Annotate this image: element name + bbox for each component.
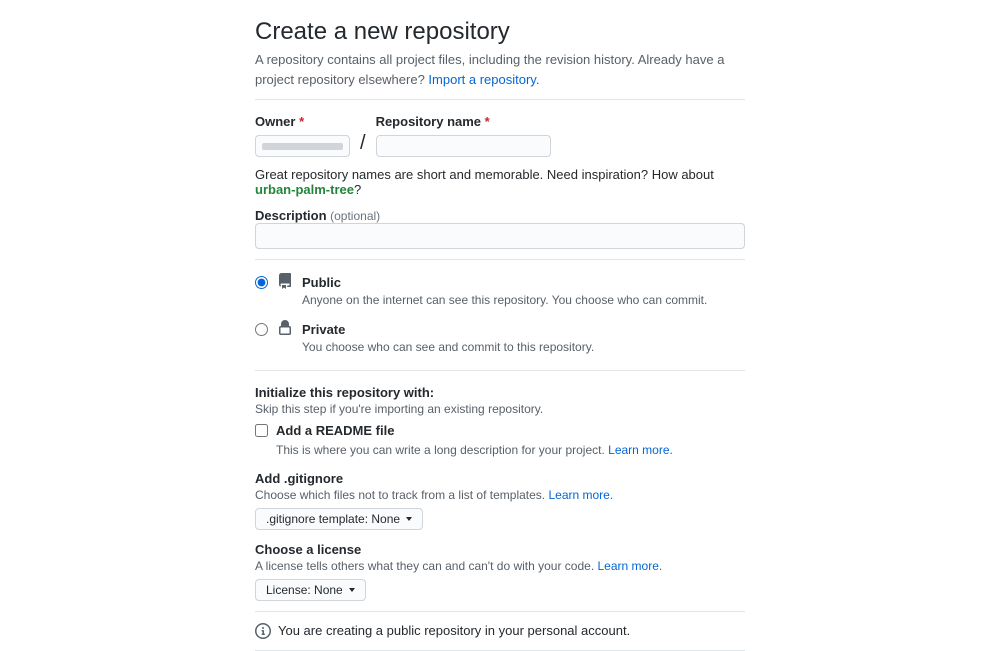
license-title: Choose a license [255, 542, 745, 557]
private-title: Private [302, 321, 745, 339]
private-desc: You choose who can see and commit to thi… [302, 339, 745, 356]
lock-icon [277, 320, 293, 336]
page-title: Create a new repository [255, 18, 745, 46]
repo-name-hint: Great repository names are short and mem… [255, 167, 745, 197]
readme-title: Add a README file [276, 422, 745, 440]
public-title: Public [302, 274, 745, 292]
gitignore-title: Add .gitignore [255, 471, 745, 486]
gitignore-template-dropdown[interactable]: .gitignore template: None [255, 508, 423, 530]
readme-learn-more-link[interactable]: Learn more. [608, 443, 673, 457]
owner-select[interactable] [255, 135, 350, 157]
page-subhead: A repository contains all project files,… [255, 50, 745, 89]
chevron-down-icon [349, 588, 355, 592]
description-input[interactable] [255, 223, 745, 249]
private-radio[interactable] [255, 323, 268, 336]
readme-checkbox[interactable] [255, 424, 268, 437]
name-suggestion-link[interactable]: urban-palm-tree [255, 182, 354, 197]
owner-repo-separator: / [358, 132, 368, 157]
chevron-down-icon [406, 517, 412, 521]
import-repo-link[interactable]: Import a repository. [428, 72, 539, 87]
repo-name-label: Repository name * [376, 114, 551, 129]
init-heading: Initialize this repository with: [255, 385, 745, 400]
license-learn-more-link[interactable]: Learn more. [598, 559, 663, 573]
gitignore-learn-more-link[interactable]: Learn more. [548, 488, 613, 502]
license-desc: A license tells others what they can and… [255, 559, 745, 573]
repo-name-input[interactable] [376, 135, 551, 157]
init-skip-text: Skip this step if you're importing an ex… [255, 402, 745, 416]
license-dropdown[interactable]: License: None [255, 579, 366, 601]
repo-icon [277, 273, 293, 289]
gitignore-desc: Choose which files not to track from a l… [255, 488, 745, 502]
description-label: Description (optional) [255, 208, 380, 223]
footer-info-text: You are creating a public repository in … [278, 623, 630, 638]
info-icon [255, 623, 271, 639]
public-radio[interactable] [255, 276, 268, 289]
readme-desc: This is where you can write a long descr… [276, 442, 745, 459]
public-desc: Anyone on the internet can see this repo… [302, 292, 745, 309]
owner-label: Owner * [255, 114, 350, 129]
